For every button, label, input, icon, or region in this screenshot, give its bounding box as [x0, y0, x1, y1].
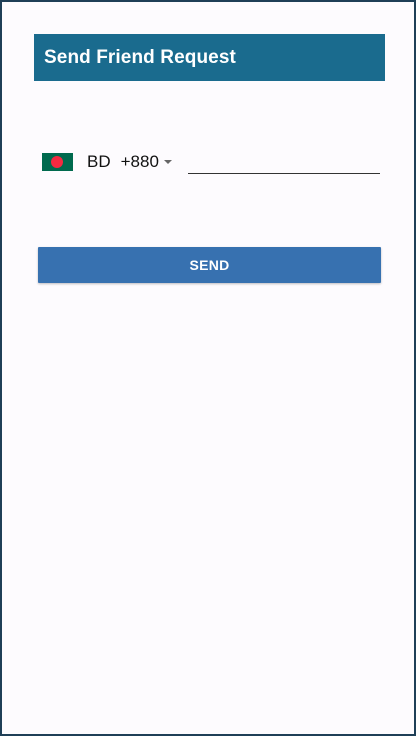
dial-code-label: +880	[120, 152, 159, 171]
app-window: Send Friend Request BD +880 SEND	[0, 0, 416, 736]
bangladesh-flag-icon	[42, 153, 73, 171]
country-code-label: BD	[87, 152, 111, 171]
country-code-picker[interactable]: BD +880	[42, 148, 172, 176]
phone-number-row: BD +880	[42, 148, 382, 176]
page-title: Send Friend Request	[44, 46, 236, 68]
send-button[interactable]: SEND	[38, 247, 381, 283]
flag-circle	[51, 156, 63, 168]
title-bar: Send Friend Request	[34, 34, 385, 81]
dropdown-arrow-icon	[163, 160, 172, 164]
phone-number-input[interactable]	[188, 150, 380, 174]
